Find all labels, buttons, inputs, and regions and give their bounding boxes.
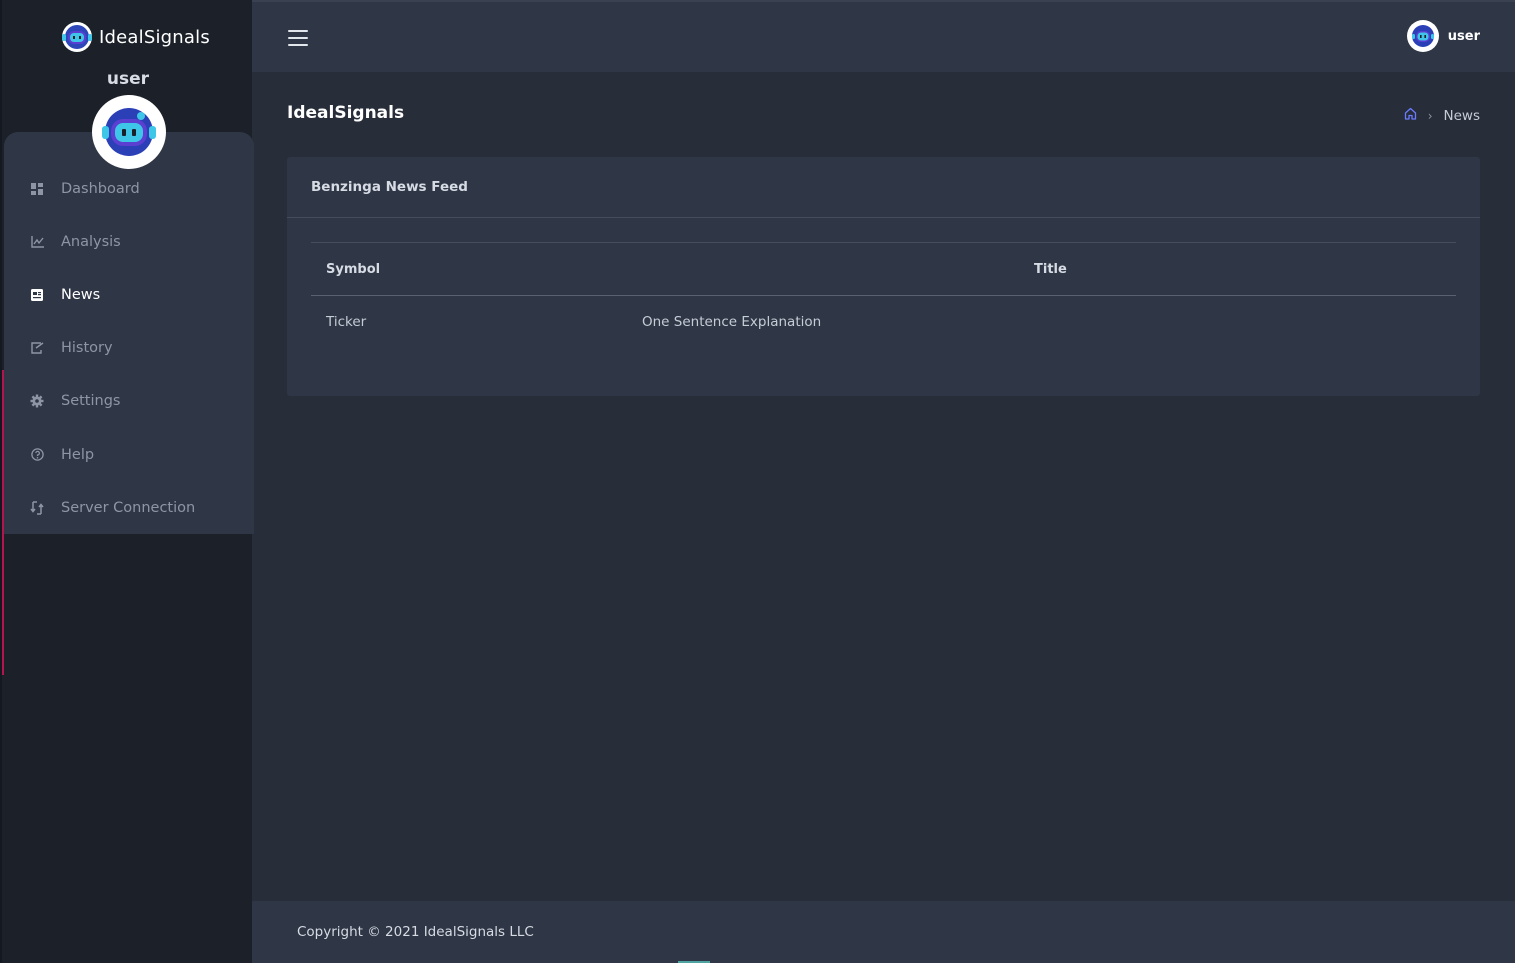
sidebar-item-server-connection[interactable]: Server Connection bbox=[4, 481, 254, 534]
sidebar-item-dashboard[interactable]: Dashboard bbox=[4, 162, 254, 215]
sidebar-item-settings[interactable]: Settings bbox=[4, 375, 254, 428]
sidebar-item-label: Settings bbox=[61, 393, 121, 410]
table-row[interactable]: Ticker One Sentence Explanation bbox=[311, 296, 1456, 348]
brand-name: IdealSignals bbox=[99, 26, 210, 48]
gear-icon bbox=[30, 394, 44, 408]
sidebar-item-news[interactable]: News bbox=[4, 268, 254, 321]
sidebar-menu: Dashboard Analysis News History Settings bbox=[4, 162, 254, 534]
robot-logo-icon bbox=[62, 22, 92, 52]
sidebar-item-label: Help bbox=[61, 446, 95, 463]
sidebar: IdealSignals user Dashboard Analysis New… bbox=[0, 0, 254, 963]
newspaper-icon bbox=[30, 288, 44, 302]
user-menu[interactable]: user bbox=[1406, 20, 1480, 52]
sidebar-item-label: Server Connection bbox=[61, 499, 196, 516]
dashboard-icon bbox=[30, 182, 44, 196]
copyright-text: Copyright © 2021 IdealSignals LLC bbox=[297, 924, 534, 940]
sidebar-item-label: Dashboard bbox=[61, 180, 140, 197]
avatar bbox=[1406, 20, 1439, 52]
sidebar-item-analysis[interactable]: Analysis bbox=[4, 215, 254, 268]
sidebar-item-history[interactable]: History bbox=[4, 322, 254, 375]
chart-line-icon bbox=[30, 235, 44, 249]
page-title: IdealSignals bbox=[287, 103, 405, 123]
robot-avatar-small-icon bbox=[1411, 25, 1434, 47]
news-table: Symbol Title Ticker One Sentence Explana… bbox=[311, 242, 1456, 348]
footer: Copyright © 2021 IdealSignals LLC bbox=[252, 901, 1515, 963]
robot-avatar-icon bbox=[99, 102, 159, 162]
breadcrumb-separator-icon: › bbox=[1427, 108, 1433, 123]
brand[interactable]: IdealSignals bbox=[59, 20, 210, 54]
history-icon bbox=[30, 341, 44, 355]
sidebar-item-label: History bbox=[61, 340, 113, 357]
column-header-title[interactable]: Title bbox=[1019, 242, 1456, 296]
sidebar-avatar[interactable] bbox=[92, 95, 166, 169]
breadcrumb: › News bbox=[1404, 107, 1480, 124]
sidebar-username: user bbox=[106, 69, 150, 89]
sidebar-item-label: News bbox=[61, 286, 101, 303]
sidebar-item-help[interactable]: Help bbox=[4, 428, 254, 481]
column-header-symbol[interactable]: Symbol bbox=[311, 242, 1019, 296]
cell-title-text: One Sentence Explanation bbox=[642, 313, 822, 330]
topbar: user bbox=[252, 2, 1515, 72]
hamburger-icon[interactable] bbox=[288, 30, 308, 46]
cell-title: One Sentence Explanation bbox=[642, 296, 1456, 348]
help-circle-icon bbox=[30, 448, 44, 462]
connection-icon bbox=[30, 500, 44, 515]
news-feed-card: Benzinga News Feed Symbol Title Ticker O… bbox=[287, 157, 1480, 396]
sidebar-item-label: Analysis bbox=[61, 233, 121, 250]
card-title: Benzinga News Feed bbox=[287, 157, 1480, 218]
table-header-row: Symbol Title bbox=[311, 242, 1456, 296]
home-icon[interactable] bbox=[1404, 107, 1417, 124]
top-username: user bbox=[1447, 28, 1480, 44]
breadcrumb-current: News bbox=[1443, 107, 1480, 124]
